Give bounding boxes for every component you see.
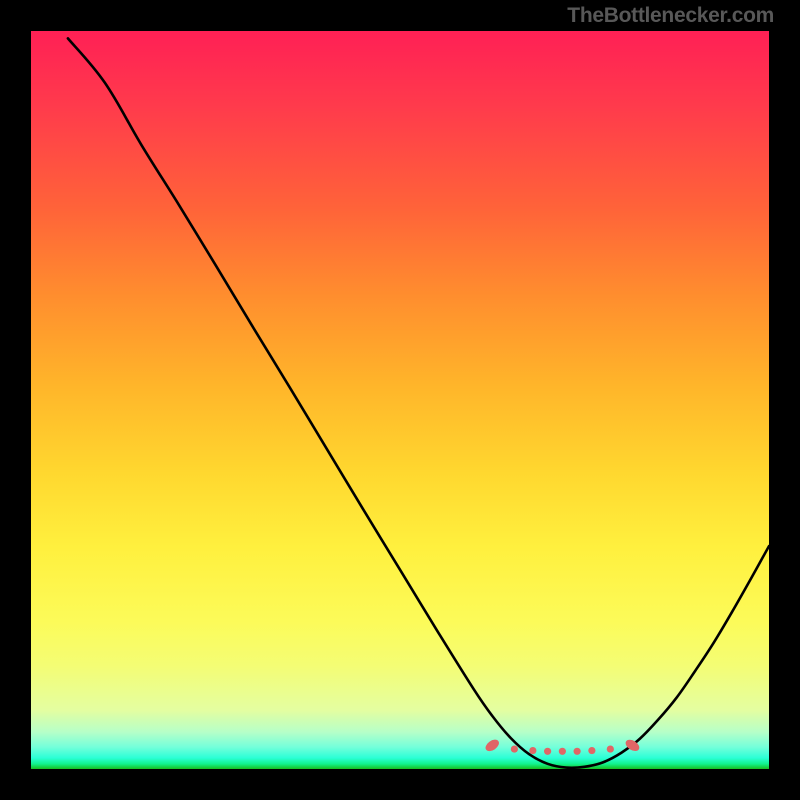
bottleneck-curve — [68, 38, 769, 767]
optimum-marker — [511, 745, 518, 752]
optimum-marker — [483, 737, 501, 753]
chart-stage: TheBottlenecker.com — [0, 0, 800, 800]
attribution-text: TheBottlenecker.com — [567, 4, 774, 28]
optimum-markers — [483, 737, 641, 755]
optimum-marker — [574, 748, 581, 755]
optimum-marker — [607, 745, 614, 752]
plot-area — [31, 31, 769, 769]
curve-layer — [31, 31, 769, 769]
optimum-marker — [529, 747, 536, 754]
optimum-marker — [559, 748, 566, 755]
optimum-marker — [588, 747, 595, 754]
optimum-marker — [544, 748, 551, 755]
